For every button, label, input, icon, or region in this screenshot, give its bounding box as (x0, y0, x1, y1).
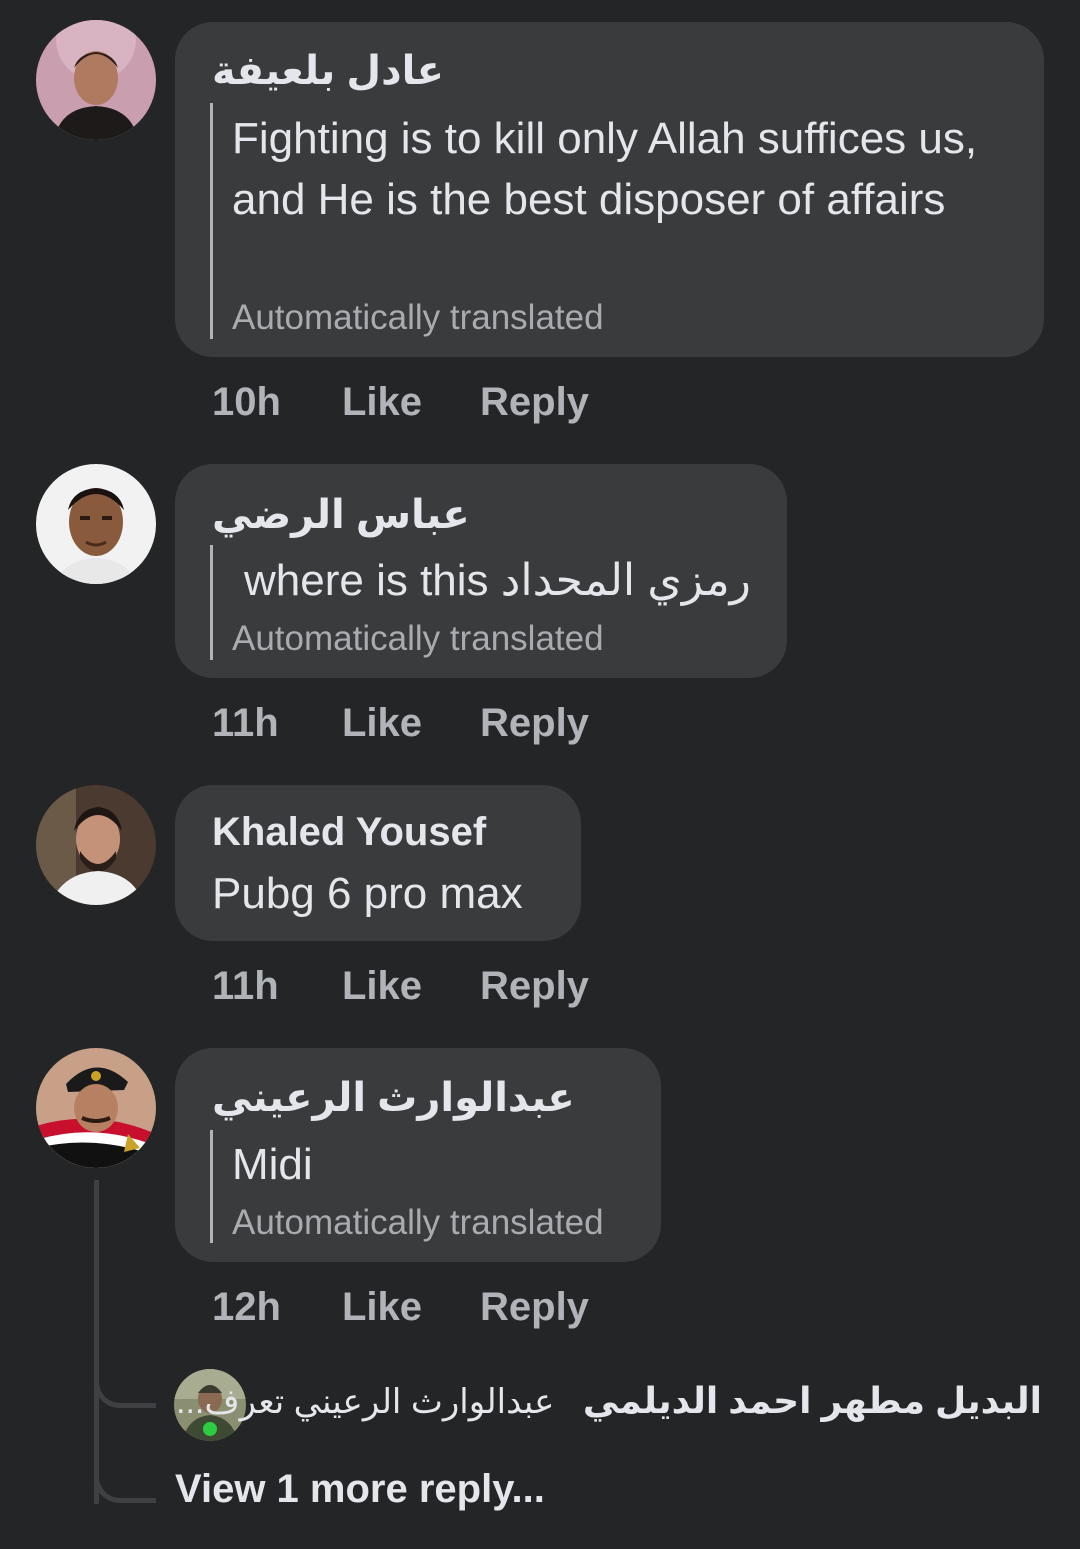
comment-time[interactable]: 11h (212, 701, 279, 746)
avatar[interactable] (36, 785, 156, 905)
comment-author[interactable]: Khaled Yousef (212, 810, 486, 855)
reply-text (564, 1383, 573, 1421)
reply-button[interactable]: Reply (480, 380, 589, 425)
quote-bar (210, 103, 213, 339)
reply-preview[interactable]: البديل مطهر احمد الديلمي عبدالوارث الرعي… (176, 1380, 1042, 1422)
like-button[interactable]: Like (342, 964, 422, 1009)
comment-author[interactable]: عادل بلعيفة (212, 48, 444, 94)
comment-time[interactable]: 11h (212, 964, 279, 1009)
comment-time[interactable]: 12h (212, 1285, 281, 1330)
translation-label[interactable]: Automatically translated (232, 298, 604, 338)
avatar[interactable] (36, 464, 156, 584)
thread-connector (94, 1378, 156, 1408)
thread-connector (94, 1473, 156, 1503)
avatar[interactable] (36, 20, 156, 140)
translation-label[interactable]: Automatically translated (232, 619, 604, 659)
comment-author[interactable]: عبدالوارث الرعيني (212, 1075, 575, 1121)
avatar[interactable] (36, 1048, 156, 1168)
reply-button[interactable]: Reply (480, 701, 589, 746)
comment-text: where is this رمزي المحداد (244, 556, 751, 605)
translation-label[interactable]: Automatically translated (232, 1203, 604, 1243)
quote-bar (210, 1130, 213, 1243)
like-button[interactable]: Like (342, 1285, 422, 1330)
reply-author[interactable]: البديل مطهر احمد الديلمي (583, 1380, 1042, 1421)
comment-text: Fighting is to kill only Allah suffices … (232, 114, 978, 224)
like-button[interactable]: Like (342, 380, 422, 425)
quote-bar (210, 545, 213, 660)
comment-author[interactable]: عباس الرضي (212, 492, 470, 538)
comment-text: Pubg 6 pro max (212, 869, 523, 918)
reply-button[interactable]: Reply (480, 1285, 589, 1330)
comment-text: Midi (232, 1140, 313, 1189)
comment-time[interactable]: 10h (212, 380, 281, 425)
reply-button[interactable]: Reply (480, 964, 589, 1009)
view-more-replies-link[interactable]: View 1 more reply... (175, 1467, 545, 1512)
thread-line (94, 1180, 99, 1504)
reply-text: عبدالوارث الرعيني تعرف... (176, 1383, 555, 1421)
like-button[interactable]: Like (342, 701, 422, 746)
